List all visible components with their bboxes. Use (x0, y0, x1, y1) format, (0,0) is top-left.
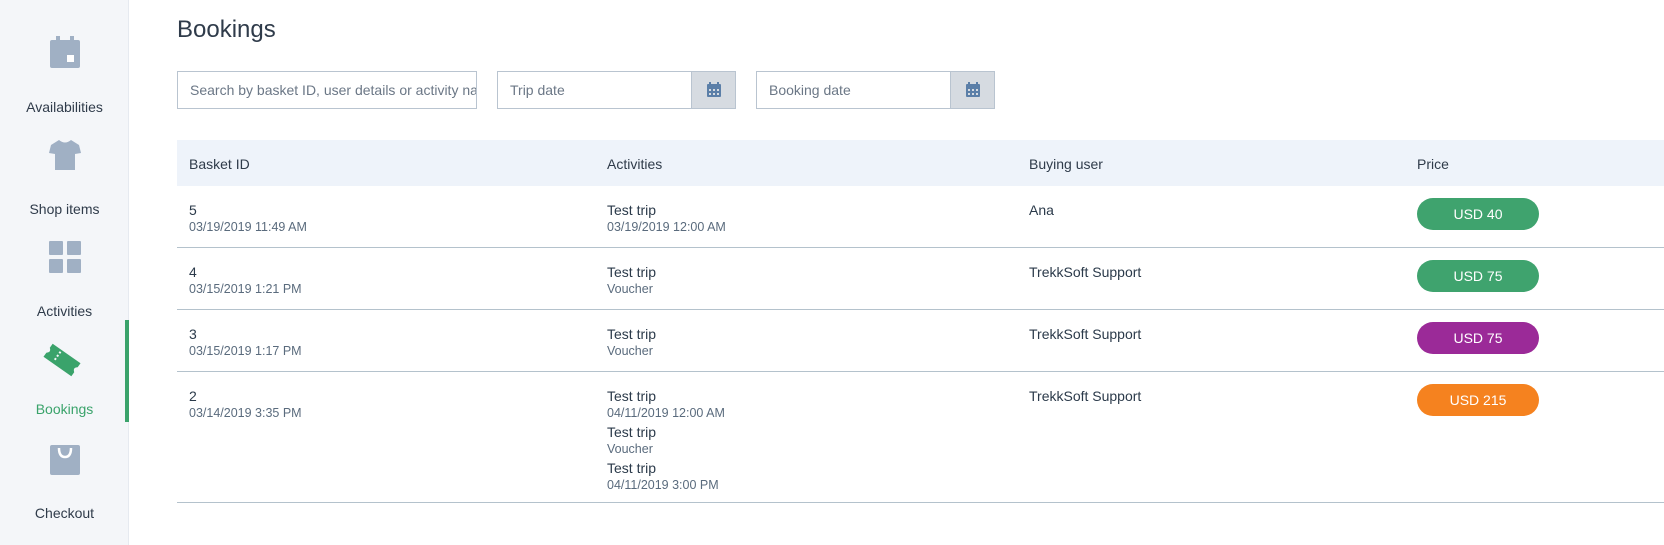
buying-user: Ana (1029, 202, 1054, 218)
activity-name: Test trip (607, 424, 657, 440)
activity-name: Test trip (607, 326, 657, 342)
sidebar: Availabilities Shop items Activities Boo… (0, 0, 129, 545)
search-input[interactable] (178, 72, 476, 108)
activities-cell: Test trip 04/11/2019 12:00 AM Test trip … (607, 387, 725, 495)
calendar-icon (965, 82, 980, 97)
basket-cell: 2 03/14/2019 3:35 PM (189, 387, 302, 421)
booking-date-input[interactable] (757, 72, 950, 108)
activity-name: Test trip (607, 202, 657, 218)
basket-date: 03/15/2019 1:21 PM (189, 282, 302, 296)
table-row[interactable]: 3 03/15/2019 1:17 PM Test trip Voucher T… (177, 310, 1664, 372)
search-field (177, 71, 477, 109)
grid-icon (49, 241, 81, 273)
sidebar-item-label: Checkout (34, 505, 95, 521)
basket-id: 4 (189, 264, 197, 280)
activity-detail: Voucher (607, 442, 653, 456)
booking-date-picker-button[interactable] (950, 72, 994, 108)
activity-detail: 04/11/2019 12:00 AM (607, 406, 725, 420)
basket-date: 03/15/2019 1:17 PM (189, 344, 302, 358)
sidebar-item-checkout[interactable]: Checkout (0, 424, 129, 526)
activity-detail: 03/19/2019 12:00 AM (607, 220, 726, 234)
price-badge: USD 40 (1417, 198, 1539, 230)
basket-id: 5 (189, 202, 197, 218)
activity-detail: Voucher (607, 344, 653, 358)
price-badge: USD 75 (1417, 322, 1539, 354)
calendar-icon (50, 36, 80, 68)
column-header-buying-user[interactable]: Buying user (1029, 156, 1103, 172)
basket-date: 03/19/2019 11:49 AM (189, 220, 307, 234)
activities-cell: Test trip Voucher (607, 325, 656, 361)
column-header-activities[interactable]: Activities (607, 156, 662, 172)
activity-name: Test trip (607, 388, 657, 404)
sidebar-item-label: Activities (36, 303, 93, 319)
calendar-icon (706, 82, 721, 97)
bookings-table: Basket ID Activities Buying user Price 5… (177, 140, 1664, 503)
basket-date: 03/14/2019 3:35 PM (189, 406, 302, 420)
basket-id: 2 (189, 388, 197, 404)
ticket-icon (43, 343, 81, 377)
price-badge: USD 75 (1417, 260, 1539, 292)
sidebar-item-availabilities[interactable]: Availabilities (0, 18, 129, 120)
table-header: Basket ID Activities Buying user Price (177, 140, 1664, 186)
sidebar-item-shop-items[interactable]: Shop items (0, 120, 129, 222)
activities-cell: Test trip Voucher (607, 263, 656, 299)
sidebar-item-label: Shop items (29, 201, 100, 217)
buying-user: TrekkSoft Support (1029, 264, 1142, 280)
trip-date-field (497, 71, 736, 109)
buying-user: TrekkSoft Support (1029, 326, 1142, 342)
basket-id: 3 (189, 326, 197, 342)
page-title: Bookings (177, 16, 276, 43)
table-row[interactable]: 5 03/19/2019 11:49 AM Test trip 03/19/20… (177, 186, 1664, 248)
sidebar-item-label: Bookings (35, 401, 94, 417)
activity-detail: Voucher (607, 282, 653, 296)
tshirt-icon (49, 140, 81, 170)
activities-cell: Test trip 03/19/2019 12:00 AM (607, 201, 726, 237)
shopping-bag-icon (50, 445, 80, 475)
trip-date-picker-button[interactable] (691, 72, 735, 108)
basket-cell: 3 03/15/2019 1:17 PM (189, 325, 302, 359)
column-header-price[interactable]: Price (1417, 156, 1449, 172)
basket-cell: 5 03/19/2019 11:49 AM (189, 201, 307, 235)
activity-detail: 04/11/2019 3:00 PM (607, 478, 719, 492)
price-badge: USD 215 (1417, 384, 1539, 416)
sidebar-item-label: Availabilities (26, 99, 103, 115)
trip-date-input[interactable] (498, 72, 691, 108)
table-row[interactable]: 2 03/14/2019 3:35 PM Test trip 04/11/201… (177, 372, 1664, 503)
column-header-basket-id[interactable]: Basket ID (189, 156, 250, 172)
activity-name: Test trip (607, 264, 657, 280)
sidebar-item-activities[interactable]: Activities (0, 222, 129, 324)
basket-cell: 4 03/15/2019 1:21 PM (189, 263, 302, 297)
booking-date-field (756, 71, 995, 109)
activity-name: Test trip (607, 460, 657, 476)
sidebar-item-bookings[interactable]: Bookings (0, 320, 129, 422)
table-row[interactable]: 4 03/15/2019 1:21 PM Test trip Voucher T… (177, 248, 1664, 310)
buying-user: TrekkSoft Support (1029, 388, 1142, 404)
